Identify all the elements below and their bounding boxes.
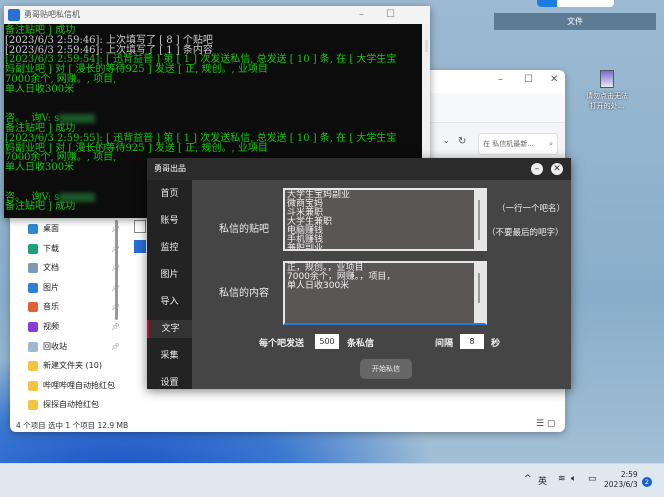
volume-icon[interactable]: 🔈︎ bbox=[571, 474, 576, 484]
start-button[interactable]: 开始私信 bbox=[360, 359, 412, 379]
nav-item[interactable]: 桌面📌︎ bbox=[28, 220, 120, 238]
library-icon bbox=[28, 302, 38, 313]
files-bar[interactable]: 文件 bbox=[494, 13, 656, 30]
bars-textarea[interactable]: 大学生宝妈副业 微商宝妈 斗米兼职 大学生兼职 电脑赚钱 手机赚钱 兼职副业 bbox=[283, 188, 487, 251]
interval-unit: 秒 bbox=[491, 339, 501, 349]
library-icon bbox=[28, 243, 38, 254]
sidebar-item[interactable]: 采集 bbox=[147, 347, 192, 365]
sidebar-item[interactable]: 首页 bbox=[147, 185, 192, 203]
pin-icon: 📌︎ bbox=[111, 323, 120, 331]
wifi-icon[interactable]: ≋ bbox=[558, 474, 566, 484]
minimize-button[interactable]: – bbox=[531, 163, 543, 175]
console-title: 勇哥贴吧私信机 bbox=[24, 10, 80, 19]
interval-label: 间隔 bbox=[435, 339, 454, 349]
nav-item[interactable]: 回收站 📌︎ bbox=[28, 338, 120, 356]
sidebar-item[interactable]: 文字 bbox=[147, 320, 192, 338]
view-toggle-icons[interactable]: ☰ ▢ bbox=[536, 419, 555, 429]
content-textarea[interactable]: 正，规创。，业项目 7000余个，网赚。，项目， 单人日收300米 bbox=[283, 261, 487, 325]
top-widget bbox=[537, 0, 614, 7]
redacted-text bbox=[59, 114, 96, 124]
battery-icon[interactable]: ▭ bbox=[588, 474, 597, 484]
app-file-icon[interactable] bbox=[134, 240, 146, 253]
console-line: 单人日收300米 bbox=[5, 83, 75, 95]
ime-indicator[interactable]: 英 bbox=[538, 474, 547, 487]
scrollbar[interactable] bbox=[115, 220, 118, 320]
status-bar: 4 个项目 选中 1 个项目 12.9 MB bbox=[16, 421, 129, 430]
pin-icon: 📌︎ bbox=[111, 342, 120, 351]
sidebar-item[interactable]: 设置 bbox=[147, 374, 192, 392]
per-bar-unit: 条私信 bbox=[347, 339, 375, 349]
app-sidebar: 首页账号监控图片导入文字采集设置 bbox=[147, 180, 192, 389]
desktop-icon-label: 请勿点击无法打开的处... bbox=[586, 92, 628, 110]
file-icon[interactable] bbox=[134, 220, 146, 233]
sidebar-item[interactable]: 账号 bbox=[147, 212, 192, 230]
library-icon bbox=[28, 322, 38, 332]
app-title: 勇哥出品 bbox=[154, 164, 186, 173]
refresh-icon[interactable]: ↻ bbox=[458, 136, 466, 147]
hint-no-suffix: （不要最后的吧字） bbox=[487, 228, 564, 238]
close-button[interactable]: ✕ bbox=[551, 163, 563, 175]
maximize-button[interactable]: ☐ bbox=[524, 74, 533, 85]
nav-item[interactable]: 下载📌︎ bbox=[28, 240, 120, 258]
minimize-button[interactable]: – bbox=[498, 74, 503, 85]
library-icon bbox=[28, 341, 38, 352]
nav-item[interactable]: 新建文件夹 (10) bbox=[28, 357, 120, 375]
search-icon: ⌕ bbox=[549, 140, 553, 148]
desktop-icon[interactable]: 请勿点击无法打开的处... bbox=[584, 70, 630, 111]
console-titlebar: 勇哥贴吧私信机 – ☐ bbox=[4, 6, 430, 24]
library-icon bbox=[28, 282, 38, 293]
sidebar-item[interactable]: 导入 bbox=[147, 293, 192, 311]
nav-item[interactable]: 视频 📌︎ bbox=[28, 318, 120, 336]
nav-item[interactable]: 探探自动抢红包 bbox=[28, 396, 120, 414]
nav-item[interactable]: 音乐📌︎ bbox=[28, 298, 120, 316]
folder-icon bbox=[28, 380, 38, 391]
chevron-down-icon[interactable]: ⌄ bbox=[443, 136, 450, 145]
hint-one-per-line: （一行一个吧名） bbox=[497, 204, 566, 214]
nav-item[interactable]: 哔哩哔哩自动抢红包 bbox=[28, 377, 120, 395]
close-button[interactable]: ✕ bbox=[550, 74, 558, 85]
sidebar-item[interactable]: 监控 bbox=[147, 239, 192, 257]
per-bar-input[interactable]: 500 bbox=[315, 334, 339, 349]
sidebar-item[interactable]: 图片 bbox=[147, 266, 192, 284]
folder-icon bbox=[28, 400, 38, 411]
library-icon bbox=[28, 224, 38, 234]
file-icon bbox=[600, 70, 614, 88]
redacted-text bbox=[59, 192, 96, 202]
interval-input[interactable]: 8 bbox=[460, 334, 484, 349]
per-bar-label: 每个吧发送 bbox=[259, 339, 305, 349]
console-line: 咨。, 询V: s bbox=[5, 114, 430, 124]
minimize-button[interactable]: – bbox=[359, 6, 364, 24]
maximize-button[interactable]: ☐ bbox=[386, 6, 395, 24]
content-label: 私信的内容 bbox=[219, 288, 269, 299]
sender-app-window: 勇哥出品 – ✕ 首页账号监控图片导入文字采集设置 私信的贴吧 大学生宝妈副业 … bbox=[147, 158, 571, 389]
app-logo-icon bbox=[8, 9, 20, 21]
search-input[interactable]: 在 私信机最新... ⌕ bbox=[478, 133, 558, 155]
folder-icon bbox=[28, 361, 38, 372]
clock[interactable]: 2:59 2023/6/3 bbox=[604, 470, 638, 490]
notification-badge[interactable]: 2 bbox=[642, 477, 652, 487]
library-icon bbox=[28, 263, 38, 274]
nav-item[interactable]: 文档📌︎ bbox=[28, 259, 120, 277]
bars-label: 私信的贴吧 bbox=[219, 224, 269, 235]
taskbar: ^ 英 ≋ 🔈︎ ▭ 2:59 2023/6/3 2 bbox=[0, 463, 664, 497]
nav-item[interactable]: 图片📌︎ bbox=[28, 279, 120, 297]
app-titlebar: 勇哥出品 – ✕ bbox=[147, 158, 571, 180]
chevron-up-icon[interactable]: ^ bbox=[524, 474, 532, 484]
